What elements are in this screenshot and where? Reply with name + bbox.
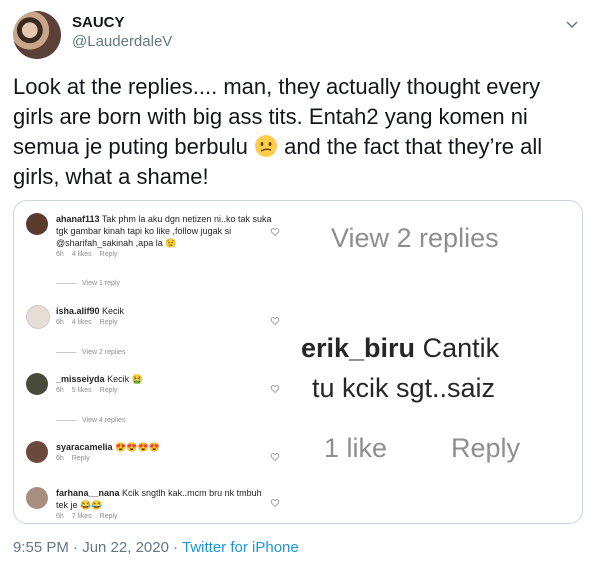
comment-likes: 5 likes [71,387,92,394]
comment-reply: Reply [99,513,118,520]
comments-list: ahanaf113 Tak phm la aku dgn netizen ni.… [14,201,304,523]
face-emoji-icon: 🤮 [131,374,143,384]
comment-time: 6h [56,251,64,258]
face-emoji-icon: 😟 [165,238,177,248]
view-replies-link: View 4 replies [56,417,125,424]
comment-user: ahanaf113 [56,214,100,224]
confused-face-icon [254,135,277,157]
timestamp-text: 9:55 PM · Jun 22, 2020 · [13,539,182,556]
comment-likes: 4 likes [71,251,92,258]
heart-icon [270,317,280,326]
source-link[interactable]: Twitter for iPhone [182,539,299,556]
comment-reply: Reply [71,455,90,462]
avatar [26,213,48,235]
heart-icon [270,453,280,462]
avatar [26,373,48,395]
comment-likes: 7 likes [71,513,92,520]
avatar [26,441,48,463]
tweet-timestamp: 9:55 PM · Jun 22, 2020 · Twitter for iPh… [13,539,299,556]
comment-user: _misseiyda [56,374,105,384]
display-name[interactable]: SAUCY [72,14,125,31]
face-emoji-icon: 😍😍😍😍 [115,442,160,452]
comment-likes: 4 likes [71,319,92,326]
chevron-down-icon[interactable] [564,16,580,32]
comment-user: isha.alif90 [56,306,100,316]
heart-icon [270,228,280,237]
avatar [26,305,50,329]
comment-time: 6h [56,513,64,520]
zoom-view-replies: View 2 replies [331,223,499,253]
comment-user: farhana__nana [56,488,120,498]
avatar [26,487,48,509]
comment-user: syaracamelia [56,442,113,452]
tweet-text: Look at the replies.... man, they actual… [13,72,583,192]
comment-time: 6h [56,387,64,394]
heart-icon [270,385,280,394]
comment-text: Kecik [107,374,130,384]
profile-avatar[interactable] [13,11,61,59]
attached-image[interactable]: ahanaf113 Tak phm la aku dgn netizen ni.… [13,200,583,524]
comment-time: 6h [56,455,64,462]
face-emoji-icon: 😂😂 [80,500,103,510]
zoom-likes: 1 like [324,433,388,463]
zoom-reply: Reply [451,433,521,463]
comment-text: Kecik [102,306,125,316]
zoom-comment-line2: tu kcik sgt..saiz [312,373,496,403]
heart-icon [270,499,280,508]
comment-reply: Reply [99,387,118,394]
comment-time: 6h [56,319,64,326]
zoom-comment-user: erik_biru [301,333,416,363]
comment-reply: Reply [99,251,118,258]
comment-reply: Reply [99,319,118,326]
view-replies-link: View 1 reply [56,280,120,287]
user-handle[interactable]: @LauderdaleV [72,33,172,50]
zoom-comment-text1: Cantik [422,333,500,363]
zoom-comment-line1: erik_biru Cantik [301,333,499,364]
view-replies-link: View 2 replies [56,349,125,356]
